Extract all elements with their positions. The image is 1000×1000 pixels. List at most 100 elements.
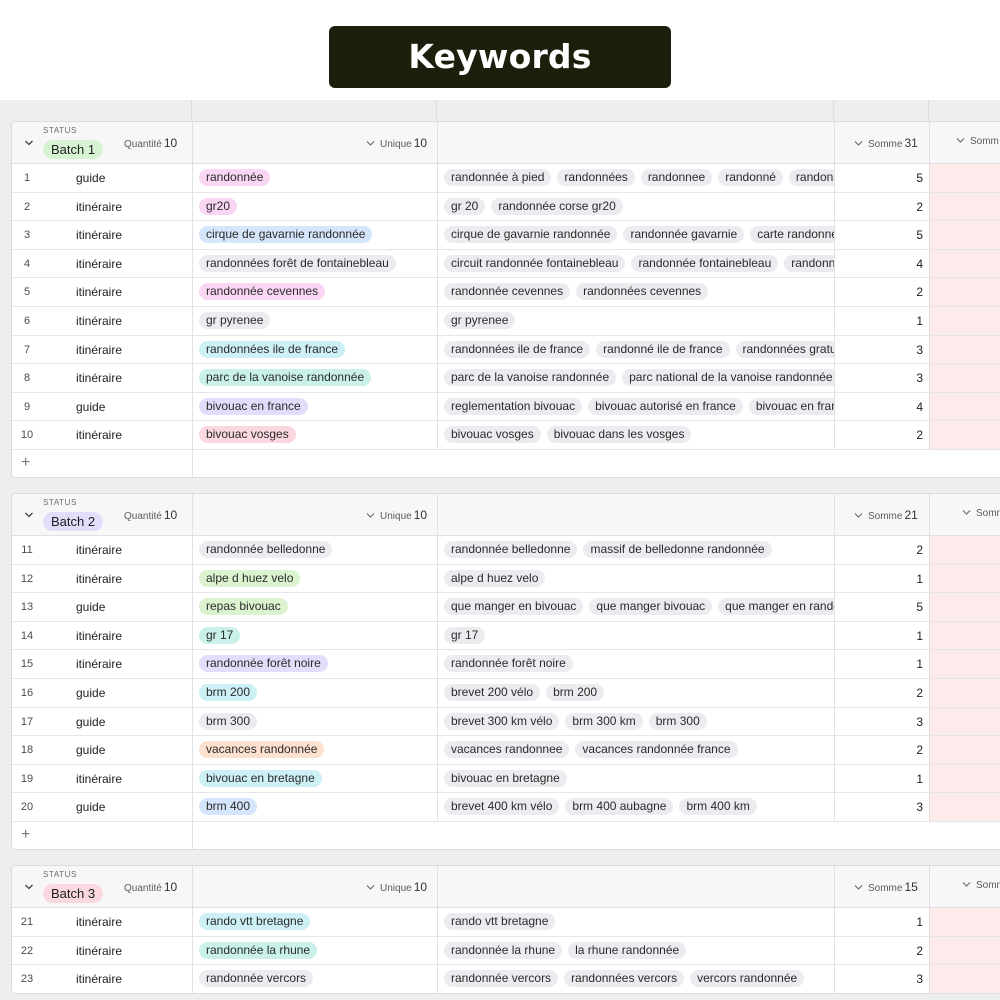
primary-keyword-cell[interactable]: randonnée forêt noire xyxy=(192,650,437,678)
related-keyword-tag[interactable]: randonnée à pied xyxy=(444,169,552,186)
chevron-down-icon[interactable] xyxy=(24,135,34,146)
category-cell[interactable]: guide xyxy=(76,743,105,757)
related-keyword-tag[interactable]: randonnée gavarnie xyxy=(623,226,745,244)
category-cell[interactable]: itinéraire xyxy=(76,228,122,242)
table-row[interactable]: 8 itinéraire parc de la vanoise randonnée p… xyxy=(12,364,1000,393)
count-cell[interactable]: 4 xyxy=(834,249,929,278)
related-keyword-tag[interactable]: bivouac dans les vosges xyxy=(546,426,692,444)
sum-summary-2[interactable]: Somm xyxy=(962,508,1000,519)
category-cell[interactable]: itinéraire xyxy=(76,543,122,557)
related-keyword-tag[interactable]: parc national de la vanoise randonnée xyxy=(622,369,834,387)
primary-keyword-cell[interactable]: randonnées ile de france xyxy=(192,335,437,364)
highlight-cell[interactable] xyxy=(929,621,1000,650)
table-row[interactable]: 6 itinéraire gr pyrenee gr pyrenee 1 xyxy=(12,307,1000,336)
add-row-left[interactable]: + xyxy=(12,822,192,849)
add-row-left[interactable]: + xyxy=(12,450,192,477)
table-row[interactable]: 13 guide repas bivouac que manger en bivoua… xyxy=(12,593,1000,622)
category-cell[interactable]: guide xyxy=(76,686,105,700)
table-row[interactable]: 3 itinéraire cirque de gavarnie randonnée c… xyxy=(12,221,1000,250)
status-badge[interactable]: Batch 1 xyxy=(43,140,104,159)
related-keywords-cell[interactable]: bivouac vosges bivouac dans les vosges xyxy=(437,421,834,449)
plus-icon[interactable]: + xyxy=(21,826,30,844)
category-cell[interactable]: itinéraire xyxy=(76,371,122,385)
table-row[interactable]: 23 itinéraire randonnée vercors randonnée v… xyxy=(12,965,1000,993)
primary-keyword-cell[interactable]: randonnée la rhune xyxy=(192,936,437,965)
primary-keyword-cell[interactable]: randonnée cevennes xyxy=(192,278,437,306)
sum-summary[interactable]: Somme 31 xyxy=(854,136,918,150)
related-keyword-tag[interactable]: randonnées xyxy=(557,169,635,186)
highlight-cell[interactable] xyxy=(929,764,1000,793)
related-keyword-tag[interactable]: brevet 400 km vélo xyxy=(444,798,560,816)
highlight-cell[interactable] xyxy=(929,335,1000,364)
category-cell[interactable]: guide xyxy=(76,171,105,185)
category-cell[interactable]: guide xyxy=(76,600,105,614)
category-cell[interactable]: itinéraire xyxy=(76,572,122,586)
related-keywords-cell[interactable]: brevet 200 vélo brm 200 xyxy=(437,679,834,707)
count-cell[interactable]: 2 xyxy=(834,536,929,564)
related-keyword-tag[interactable]: randonnées gratuites xyxy=(735,340,834,358)
related-keywords-cell[interactable]: randonnée vercors randonnées vercors verco… xyxy=(437,965,834,993)
related-keywords-cell[interactable]: brevet 400 km vélo brm 400 aubagne brm 400… xyxy=(437,793,834,821)
unique-summary[interactable]: Unique 10 xyxy=(366,508,427,522)
category-cell[interactable]: itinéraire xyxy=(76,915,122,929)
related-keyword-tag[interactable]: randonnée cevennes xyxy=(444,283,571,301)
related-keyword-tag[interactable]: brm 400 aubagne xyxy=(565,798,674,816)
keyword-tag[interactable]: gr20 xyxy=(199,197,238,215)
primary-keyword-cell[interactable]: cirque de gavarnie randonnée xyxy=(192,221,437,249)
primary-keyword-cell[interactable]: brm 300 xyxy=(192,707,437,736)
primary-keyword-cell[interactable]: brm 200 xyxy=(192,679,437,707)
keyword-tag[interactable]: brm 300 xyxy=(199,712,258,730)
related-keyword-tag[interactable]: randonnées fontainebleau xyxy=(784,254,834,272)
table-row[interactable]: 20 guide brm 400 brevet 400 km vélo brm 400 … xyxy=(12,793,1000,822)
keyword-tag[interactable]: randonnée belledonne xyxy=(199,541,333,558)
highlight-cell[interactable] xyxy=(929,650,1000,678)
related-keywords-cell[interactable]: randonnée cevennes randonnées cevennes xyxy=(437,278,834,306)
related-keyword-tag[interactable]: carte randonnée gavarnie xyxy=(750,226,834,244)
primary-keyword-cell[interactable]: bivouac en france xyxy=(192,392,437,421)
related-keywords-cell[interactable]: brevet 300 km vélo brm 300 km brm 300 xyxy=(437,707,834,736)
highlight-cell[interactable] xyxy=(929,164,1000,192)
keyword-tag[interactable]: brm 400 xyxy=(199,798,258,816)
related-keyword-tag[interactable]: vercors randonnée xyxy=(690,970,805,988)
count-cell[interactable]: 5 xyxy=(834,164,929,192)
add-row[interactable]: + xyxy=(12,450,1000,477)
keyword-tag[interactable]: parc de la vanoise randonnée xyxy=(199,369,372,387)
keyword-tag[interactable]: bivouac en bretagne xyxy=(199,769,322,787)
keyword-tag[interactable]: alpe d huez velo xyxy=(199,569,301,587)
primary-keyword-cell[interactable]: rando vtt bretagne xyxy=(192,908,437,936)
related-keyword-tag[interactable]: randonnées vercors xyxy=(564,970,685,988)
count-cell[interactable]: 5 xyxy=(834,593,929,621)
related-keyword-tag[interactable]: que manger bivouac xyxy=(589,598,713,616)
count-cell[interactable]: 2 xyxy=(834,421,929,449)
count-cell[interactable]: 3 xyxy=(834,364,929,392)
highlight-cell[interactable] xyxy=(929,965,1000,993)
highlight-cell[interactable] xyxy=(929,392,1000,421)
primary-keyword-cell[interactable]: bivouac vosges xyxy=(192,421,437,449)
related-keyword-tag[interactable]: alpe d huez velo xyxy=(444,569,546,587)
highlight-cell[interactable] xyxy=(929,536,1000,564)
chevron-down-icon[interactable] xyxy=(24,507,34,518)
table-row[interactable]: 7 itinéraire randonnées ile de france rando… xyxy=(12,335,1000,365)
count-cell[interactable]: 1 xyxy=(834,650,929,678)
keyword-tag[interactable]: randonnée cevennes xyxy=(199,283,326,301)
related-keyword-tag[interactable]: vacances randonnee xyxy=(444,741,570,759)
related-keyword-tag[interactable]: randonnée vercors xyxy=(444,970,559,988)
count-cell[interactable]: 1 xyxy=(834,764,929,793)
table-row[interactable]: 4 itinéraire randonnées forêt de fontaineb… xyxy=(12,249,1000,279)
category-cell[interactable]: guide xyxy=(76,800,105,814)
table-row[interactable]: 9 guide bivouac en france reglementation bi… xyxy=(12,392,1000,422)
related-keyword-tag[interactable]: gr pyrenee xyxy=(444,312,516,329)
table-row[interactable]: 14 itinéraire gr 17 gr 17 1 xyxy=(12,621,1000,651)
keyword-tag[interactable]: gr pyrenee xyxy=(199,312,271,329)
table-row[interactable]: 5 itinéraire randonnée cevennes randonnée c… xyxy=(12,278,1000,307)
related-keyword-tag[interactable]: randonnées ile de france xyxy=(444,340,591,358)
related-keywords-cell[interactable]: parc de la vanoise randonnée parc nationa… xyxy=(437,364,834,392)
category-cell[interactable]: itinéraire xyxy=(76,944,122,958)
table-row[interactable]: 22 itinéraire randonnée la rhune randonnée … xyxy=(12,936,1000,966)
highlight-cell[interactable] xyxy=(929,936,1000,965)
sum-summary-2[interactable]: Somm xyxy=(962,880,1000,891)
category-cell[interactable]: itinéraire xyxy=(76,629,122,643)
related-keywords-cell[interactable]: randonnée à pied randonnées randonnee rando… xyxy=(437,164,834,192)
related-keyword-tag[interactable]: rando vtt bretagne xyxy=(444,913,556,930)
related-keywords-cell[interactable]: gr pyrenee xyxy=(437,307,834,335)
